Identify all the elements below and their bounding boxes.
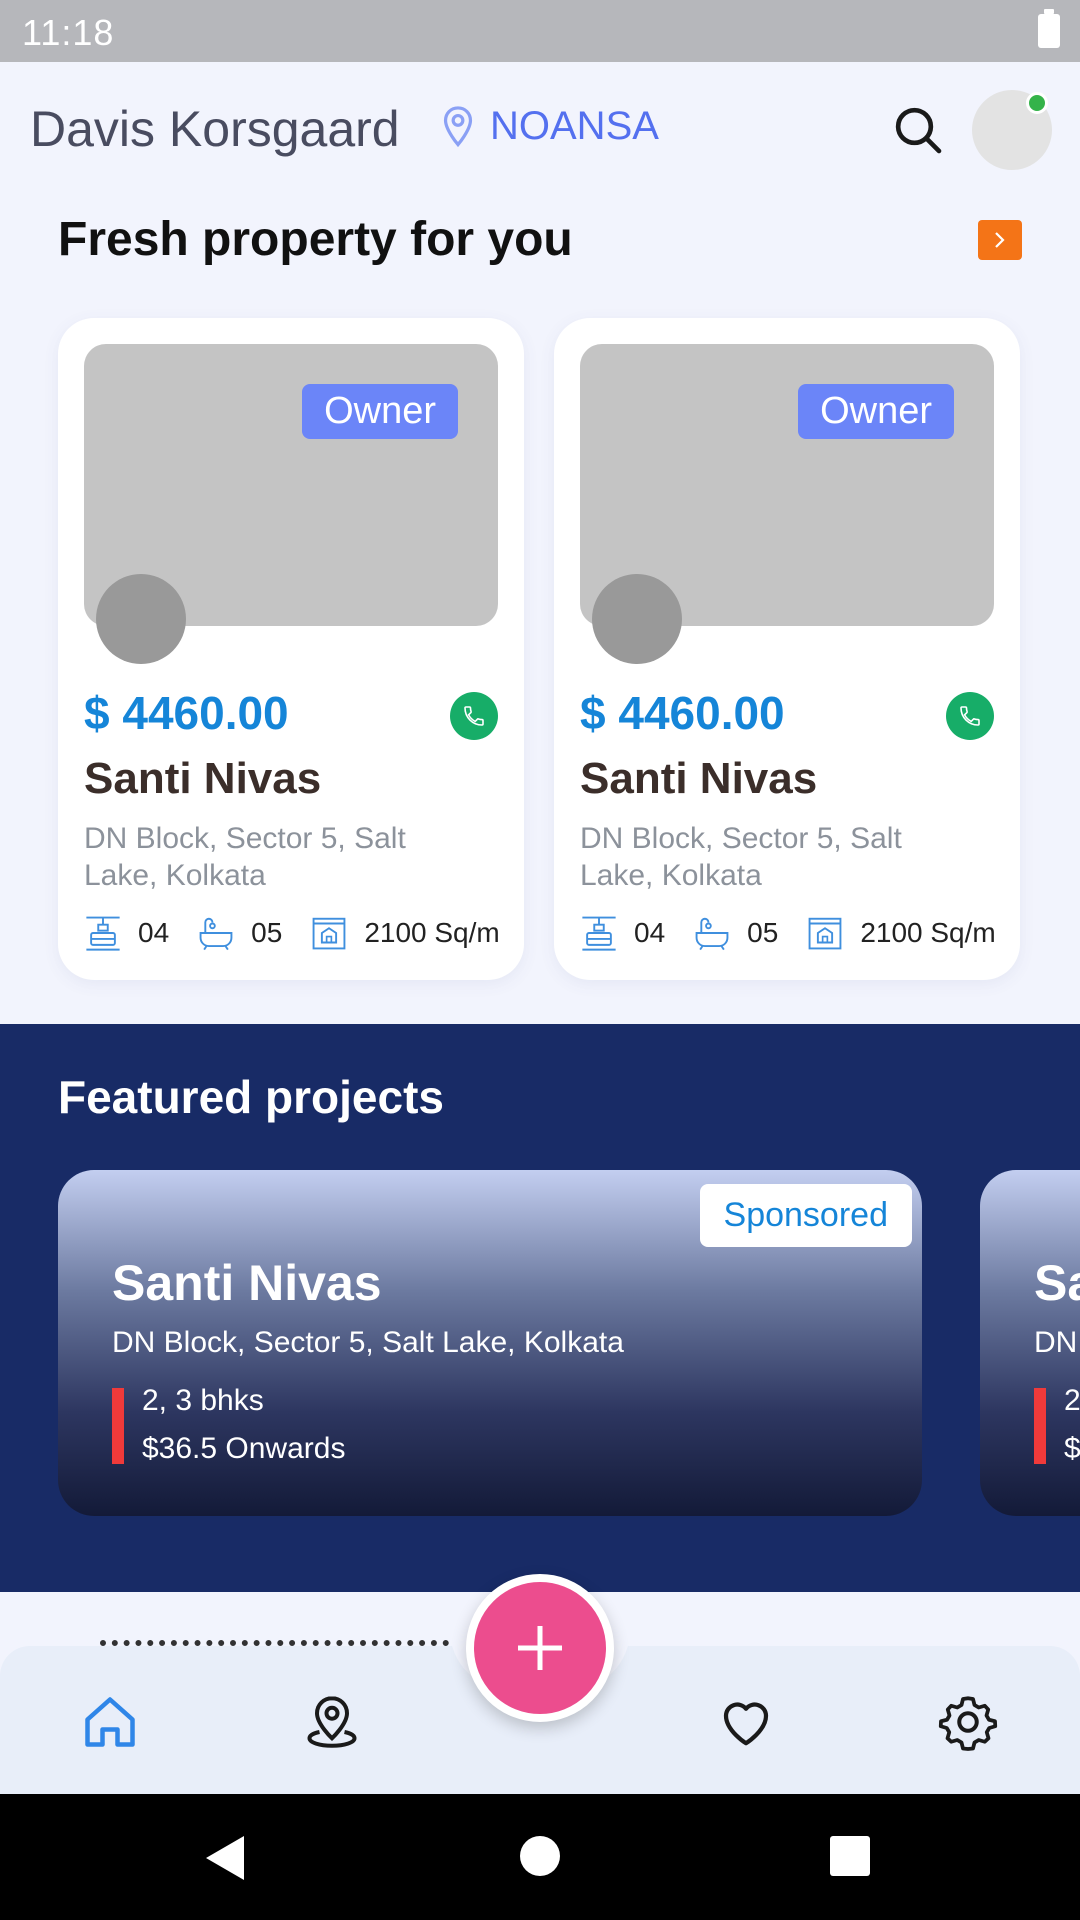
floor-plan-icon <box>312 917 346 950</box>
property-name: Santi Nivas <box>84 754 322 803</box>
map-pin-icon[interactable] <box>302 1692 362 1752</box>
add-icon <box>518 1626 562 1670</box>
user-name: Davis Korsgaard <box>30 101 400 157</box>
baths-count: 05 <box>747 917 779 948</box>
featured-projects-title: Featured projects <box>58 1071 444 1123</box>
settings-icon[interactable] <box>938 1692 998 1752</box>
project-price: $36.5 Onwards <box>142 1432 346 1465</box>
project-accent-bar <box>1034 1388 1046 1464</box>
project-name: Sa <box>1034 1255 1080 1311</box>
area-value: 2100 Sq/m <box>364 917 500 948</box>
property-card[interactable]: Owner $ 4460.00 Santi Nivas DN Block, Se… <box>58 318 524 980</box>
recents-icon[interactable] <box>830 1836 870 1876</box>
property-address: DN Block, Sector 5, Salt Lake, Kolkata <box>84 822 406 892</box>
project-card[interactable]: Sponsored Santi Nivas DN Block, Sector 5… <box>58 1170 922 1516</box>
project-price: $ <box>1064 1432 1080 1465</box>
bathtub-icon <box>695 917 729 951</box>
system-navigation-bar <box>0 1794 1080 1920</box>
online-status-dot <box>1026 92 1048 114</box>
property-name: Santi Nivas <box>580 754 818 803</box>
owner-tag: Owner <box>798 384 954 439</box>
beds-count: 04 <box>138 917 170 948</box>
project-bhk: 2 <box>1064 1384 1080 1417</box>
add-button[interactable] <box>466 1574 614 1722</box>
call-button[interactable] <box>946 692 994 740</box>
featured-projects-section: Featured projects Sponsored Santi Nivas … <box>0 1024 1080 1592</box>
call-button[interactable] <box>450 692 498 740</box>
project-address: DN Block, Sector 5, Salt Lake, Kolkata <box>112 1326 624 1359</box>
location-selector[interactable]: NOANSA <box>440 104 659 149</box>
project-name: Santi Nivas <box>112 1255 382 1311</box>
beds-count: 04 <box>634 917 666 948</box>
status-bar: 11:18 <box>0 0 1080 62</box>
property-price: $ 4460.00 <box>580 687 785 739</box>
property-features: 04 05 2100 Sq/m <box>84 914 500 952</box>
property-price: $ 4460.00 <box>84 687 289 739</box>
agent-avatar <box>96 574 186 664</box>
phone-icon <box>464 706 484 726</box>
location-pin-icon <box>443 105 473 147</box>
bathtub-icon <box>199 917 233 951</box>
bed-icon <box>86 916 120 951</box>
location-label: NOANSA <box>490 104 659 148</box>
system-home-icon[interactable] <box>520 1836 560 1876</box>
project-accent-bar <box>112 1388 124 1464</box>
area-value: 2100 Sq/m <box>860 917 996 948</box>
fresh-property-title: Fresh property for you <box>58 213 573 266</box>
chevron-right-icon <box>995 232 1005 248</box>
floor-plan-icon <box>808 917 842 950</box>
property-address: DN Block, Sector 5, Salt Lake, Kolkata <box>580 822 902 892</box>
project-bhk: 2, 3 bhks <box>142 1384 264 1417</box>
heart-icon[interactable] <box>716 1692 776 1752</box>
battery-icon <box>1038 9 1060 48</box>
sponsored-badge: Sponsored <box>699 1184 912 1247</box>
status-time: 11:18 <box>22 12 115 53</box>
back-icon[interactable] <box>206 1836 244 1880</box>
property-card[interactable]: Owner $ 4460.00 Santi Nivas DN Block, Se… <box>554 318 1020 980</box>
phone-icon <box>960 706 980 726</box>
owner-tag: Owner <box>302 384 458 439</box>
project-card[interactable]: Sa DN 2 $ <box>980 1170 1080 1516</box>
bed-icon <box>582 916 616 951</box>
see-all-button[interactable] <box>978 220 1022 260</box>
agent-avatar <box>592 574 682 664</box>
property-features: 04 05 2100 Sq/m <box>580 914 996 952</box>
baths-count: 05 <box>251 917 283 948</box>
search-icon[interactable] <box>890 102 946 158</box>
home-icon[interactable] <box>80 1692 140 1752</box>
project-address: DN <box>1034 1326 1078 1359</box>
